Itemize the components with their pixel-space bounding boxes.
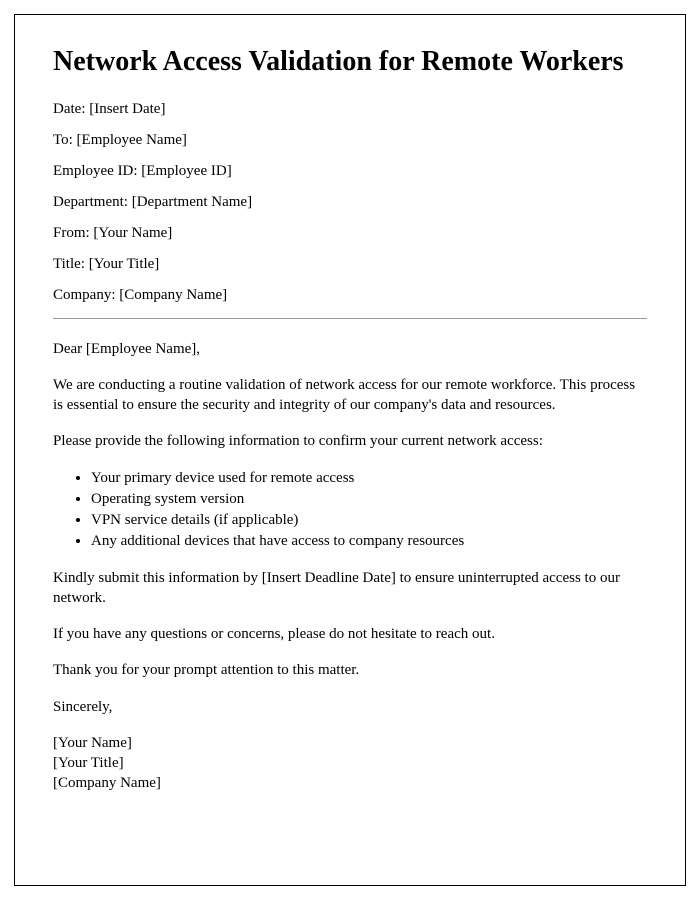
list-item: VPN service details (if applicable) — [91, 510, 647, 531]
salutation: Dear [Employee Name], — [53, 339, 647, 359]
from-line: From: [Your Name] — [53, 225, 647, 242]
to-line: To: [Employee Name] — [53, 132, 647, 149]
paragraph-deadline: Kindly submit this information by [Inser… — [53, 568, 647, 609]
list-item: Operating system version — [91, 489, 647, 510]
date-line: Date: [Insert Date] — [53, 101, 647, 118]
paragraph-request: Please provide the following information… — [53, 431, 647, 451]
department-line: Department: [Department Name] — [53, 194, 647, 211]
divider — [53, 318, 647, 319]
company-line: Company: [Company Name] — [53, 287, 647, 304]
title-line: Title: [Your Title] — [53, 256, 647, 273]
closing: Sincerely, — [53, 697, 647, 717]
info-list: Your primary device used for remote acce… — [91, 468, 647, 552]
signature-name: [Your Name] — [53, 733, 647, 753]
signature-company: [Company Name] — [53, 773, 647, 793]
paragraph-intro: We are conducting a routine validation o… — [53, 375, 647, 416]
paragraph-thanks: Thank you for your prompt attention to t… — [53, 660, 647, 680]
document-title: Network Access Validation for Remote Wor… — [53, 45, 647, 79]
document-page: Network Access Validation for Remote Wor… — [14, 14, 686, 886]
signature-title: [Your Title] — [53, 753, 647, 773]
employee-id-line: Employee ID: [Employee ID] — [53, 163, 647, 180]
list-item: Any additional devices that have access … — [91, 531, 647, 552]
list-item: Your primary device used for remote acce… — [91, 468, 647, 489]
paragraph-questions: If you have any questions or concerns, p… — [53, 624, 647, 644]
